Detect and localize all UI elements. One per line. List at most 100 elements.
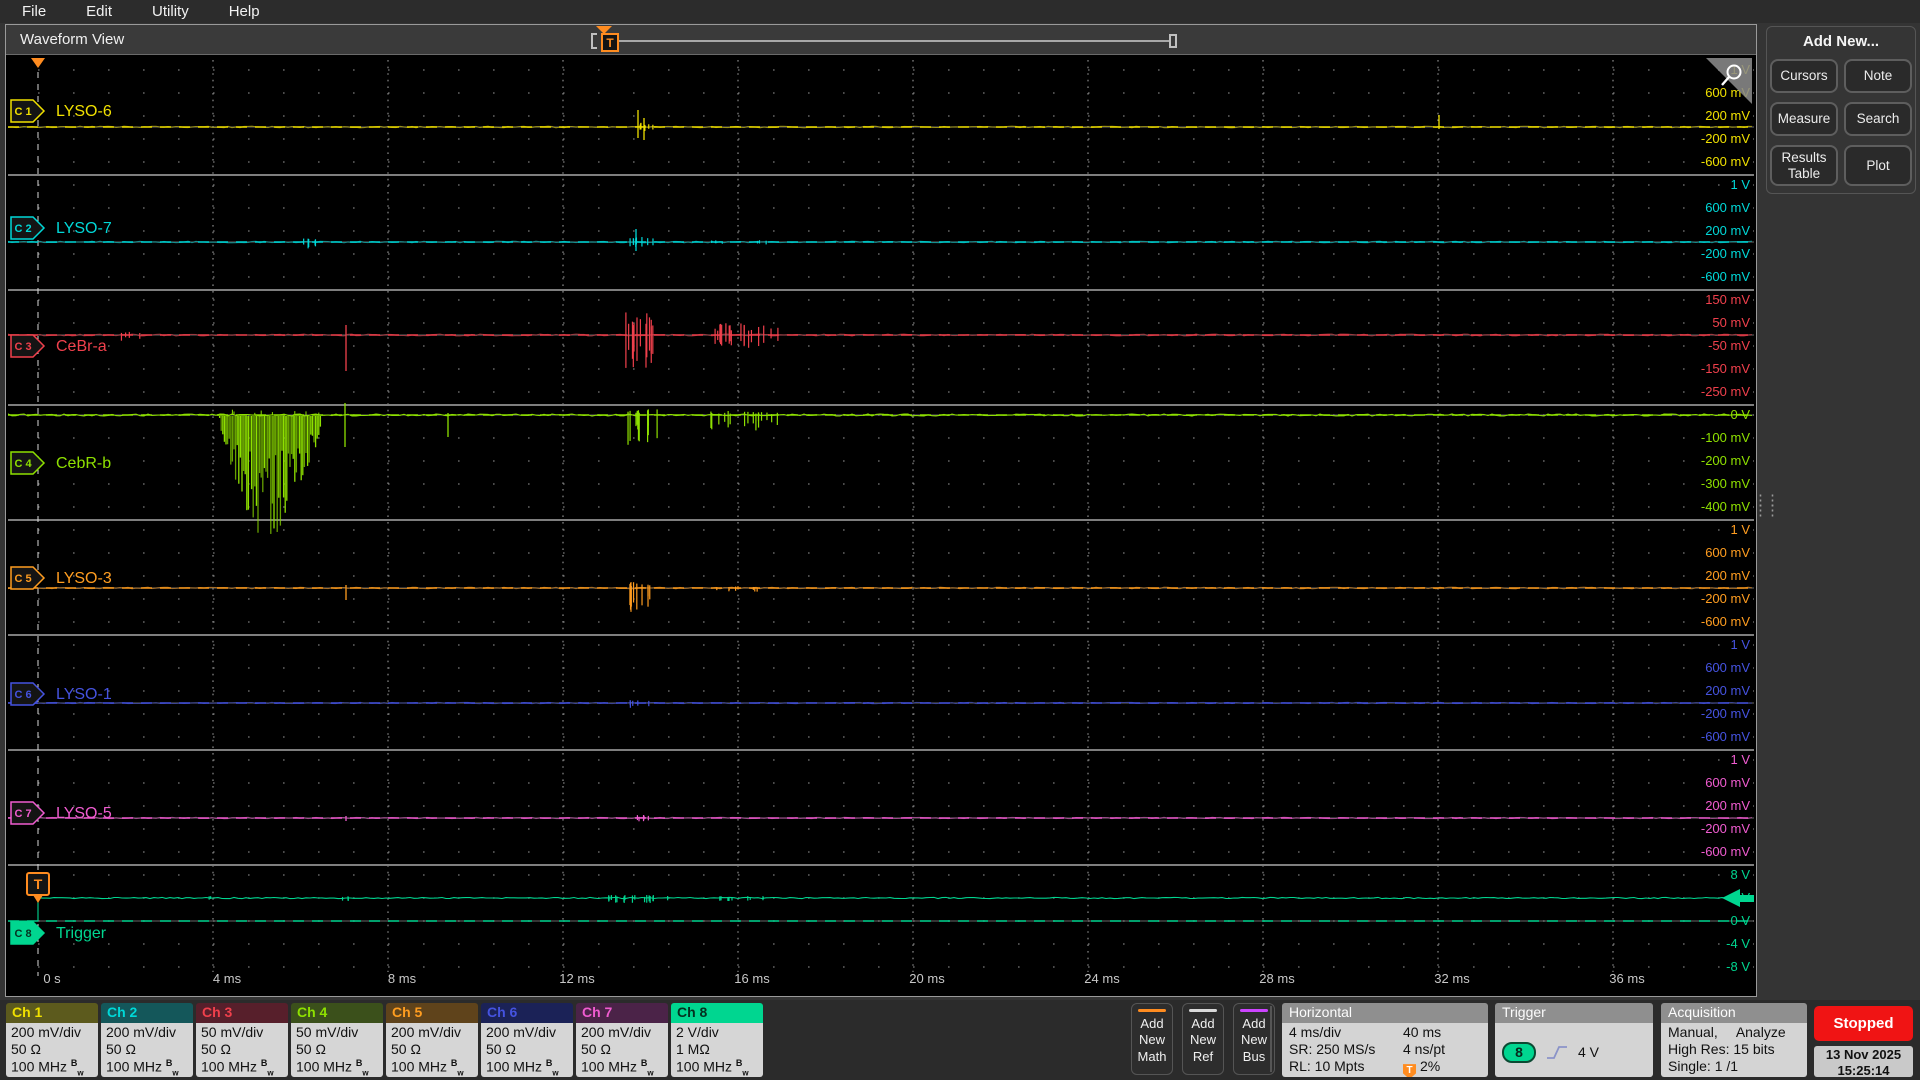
channel-badge-ch4[interactable]: Ch 4 50 mV/div 50 Ω 100 MHz Bw <box>291 1003 383 1077</box>
add-new-results-table-button[interactable]: Results Table <box>1770 145 1838 187</box>
svg-text:200 mV: 200 mV <box>1705 108 1750 123</box>
panel-resize-handle[interactable]: ⋮⋮ ⋮⋮ <box>1753 493 1780 528</box>
channel-handle-C4[interactable]: C 4 CebR-b <box>10 451 111 475</box>
date-value: 13 Nov 2025 <box>1825 1047 1902 1062</box>
add-new-ref-button[interactable]: Add New Ref <box>1182 1003 1224 1075</box>
channel-badge-ch5[interactable]: Ch 5 200 mV/div 50 Ω 100 MHz Bw <box>386 1003 478 1077</box>
accent-bar <box>1240 1009 1268 1012</box>
svg-text:C 4: C 4 <box>14 458 32 470</box>
svg-text:1 V: 1 V <box>1730 177 1750 192</box>
channel-badge-settings: 200 mV/div 50 Ω 100 MHz Bw <box>101 1023 193 1077</box>
trigger-position-t-icon[interactable]: T <box>601 33 619 52</box>
channel-bandwidth: 100 MHz Bw <box>201 1058 274 1077</box>
slider-right-bracket[interactable] <box>1169 34 1177 48</box>
add-new-panel: Add New... Cursors Note Measure Search Resul… <box>1766 26 1916 194</box>
slider-left-bracket <box>591 33 597 49</box>
channel-badge-ch7[interactable]: Ch 7 200 mV/div 50 Ω 100 MHz Bw <box>576 1003 668 1077</box>
channel-badge-ch3[interactable]: Ch 3 50 mV/div 50 Ω 100 MHz Bw <box>196 1003 288 1077</box>
channel-handle-C2[interactable]: C 2 LYSO-7 <box>10 216 112 240</box>
channel-badge-settings: 200 mV/div 50 Ω 100 MHz Bw <box>6 1023 98 1077</box>
svg-text:36 ms: 36 ms <box>1609 971 1645 986</box>
channel-handle-C8[interactable]: C 8 Trigger <box>10 921 107 945</box>
waveform-view-panel: Waveform View T 0 s 4 ms 8 ms 12 ms 16 ms 20 … <box>5 24 1757 997</box>
svg-text:-200 mV: -200 mV <box>1701 821 1750 836</box>
svg-text:0 V: 0 V <box>1730 407 1750 422</box>
svg-text:-250 mV: -250 mV <box>1701 384 1750 399</box>
menu-item-file[interactable]: File <box>22 3 46 20</box>
svg-text:T: T <box>34 876 43 892</box>
svg-text:1 V: 1 V <box>1730 522 1750 537</box>
svg-text:-200 mV: -200 mV <box>1701 706 1750 721</box>
svg-text:-600 mV: -600 mV <box>1701 269 1750 284</box>
svg-text:-200 mV: -200 mV <box>1701 246 1750 261</box>
waveform-view-title: Waveform View <box>20 31 125 48</box>
channel-badge-settings: 2 V/div 1 MΩ 100 MHz Bw <box>671 1023 763 1077</box>
add-new-search-button[interactable]: Search <box>1844 102 1912 136</box>
channel-trace-C4[interactable] <box>8 403 1754 534</box>
svg-text:150 mV: 150 mV <box>1705 292 1750 307</box>
svg-text:8 V: 8 V <box>1730 867 1750 882</box>
trigger-settings-panel[interactable]: Trigger 8 4 V <box>1495 1003 1653 1077</box>
channel-trace-C8[interactable] <box>8 895 1754 922</box>
acquisition-resolution: High Res: 15 bits <box>1668 1041 1775 1058</box>
waveform-plot[interactable]: 0 s 4 ms 8 ms 12 ms 16 ms 20 ms 24 ms 28 ms 32 m… <box>8 56 1754 994</box>
channel-trace-C2[interactable] <box>8 229 1754 251</box>
run-stop-status-button[interactable]: Stopped <box>1814 1006 1913 1041</box>
acquisition-settings-panel[interactable]: Acquisition Manual, Analyze High Res: 15… <box>1661 1003 1807 1077</box>
channel-handle-C5[interactable]: C 5 LYSO-3 <box>10 566 112 590</box>
channel-badge-header: Ch 1 <box>6 1003 98 1023</box>
trigger-source-badge[interactable]: 8 <box>1502 1041 1536 1064</box>
horizontal-value: RL: 10 Mpts <box>1289 1058 1365 1075</box>
channel-handle-C1[interactable]: C 1 LYSO-6 <box>10 99 112 123</box>
svg-text:LYSO-7: LYSO-7 <box>56 220 112 237</box>
menu-item-help[interactable]: Help <box>229 3 260 20</box>
svg-text:LYSO-5: LYSO-5 <box>56 805 112 822</box>
add-new-measure-button[interactable]: Measure <box>1770 102 1838 136</box>
add-new-cursors-button[interactable]: Cursors <box>1770 59 1838 93</box>
channel-badge-ch1[interactable]: Ch 1 200 mV/div 50 Ω 100 MHz Bw <box>6 1003 98 1077</box>
trigger-position-line[interactable] <box>31 58 45 976</box>
menu-item-edit[interactable]: Edit <box>86 3 112 20</box>
add-new-plot-button[interactable]: Plot <box>1844 145 1912 187</box>
channel-scale: 200 mV/div <box>391 1024 462 1040</box>
channel-scale: 200 mV/div <box>486 1024 557 1040</box>
svg-text:50 mV: 50 mV <box>1712 315 1750 330</box>
horizontal-settings-panel[interactable]: Horizontal 4 ms/div 40 ms SR: 250 MS/s 4 ns… <box>1282 1003 1488 1077</box>
svg-text:Trigger: Trigger <box>56 925 107 942</box>
add-new-note-button[interactable]: Note <box>1844 59 1912 93</box>
channel-badge-ch6[interactable]: Ch 6 200 mV/div 50 Ω 100 MHz Bw <box>481 1003 573 1077</box>
trigger-position-slider[interactable]: T <box>581 25 1201 55</box>
svg-text:-600 mV: -600 mV <box>1701 154 1750 169</box>
add-new-bus-button[interactable]: Add New Bus <box>1233 1003 1275 1075</box>
channel-handle-C7[interactable]: C 7 LYSO-5 <box>10 801 112 825</box>
channel-badge-header: Ch 8 <box>671 1003 763 1023</box>
add-new-math-button[interactable]: Add New Math <box>1131 1003 1173 1075</box>
horizontal-value: 40 ms <box>1403 1024 1442 1040</box>
svg-text:28 ms: 28 ms <box>1259 971 1295 986</box>
channel-trace-C1[interactable] <box>8 110 1754 140</box>
horizontal-value: T 2% <box>1403 1058 1481 1077</box>
menu-item-utility[interactable]: Utility <box>152 3 189 20</box>
trigger-level-value: 4 V <box>1578 1043 1600 1060</box>
channel-bandwidth: 100 MHz Bw <box>676 1058 749 1077</box>
channel-trace-C5[interactable] <box>8 582 1754 612</box>
waveform-view-header: Waveform View T <box>6 25 1756 55</box>
menu-bar: File Edit Utility Help <box>0 0 1920 23</box>
channel-trace-C3[interactable] <box>8 312 1754 371</box>
channel-badge-ch8[interactable]: Ch 82 V/div 1 MΩ 100 MHz Bw <box>671 1003 763 1077</box>
scale-labels-C6: 1 V 600 mV 200 mV -200 mV -600 mV <box>1701 637 1750 744</box>
channel-handle-C6[interactable]: C 6 LYSO-1 <box>10 682 112 706</box>
acquisition-analyze: Analyze <box>1735 1024 1786 1040</box>
channel-trace-C7[interactable] <box>8 815 1754 822</box>
channel-impedance: 50 Ω <box>106 1041 136 1058</box>
svg-text:32 ms: 32 ms <box>1434 971 1470 986</box>
channel-trace-C6[interactable] <box>8 700 1754 708</box>
svg-text:1 V: 1 V <box>1730 637 1750 652</box>
horizontal-panel-title: Horizontal <box>1282 1003 1488 1023</box>
channel-badge-ch2[interactable]: Ch 2 200 mV/div 50 Ω 100 MHz Bw <box>101 1003 193 1077</box>
channel-handle-C3[interactable]: C 3 CeBr-a <box>10 334 107 358</box>
svg-text:200 mV: 200 mV <box>1705 683 1750 698</box>
scale-labels-C7: 1 V 600 mV 200 mV -200 mV -600 mV <box>1701 752 1750 859</box>
acquisition-mode: Manual, <box>1668 1024 1718 1040</box>
svg-text:0 s: 0 s <box>43 971 61 986</box>
